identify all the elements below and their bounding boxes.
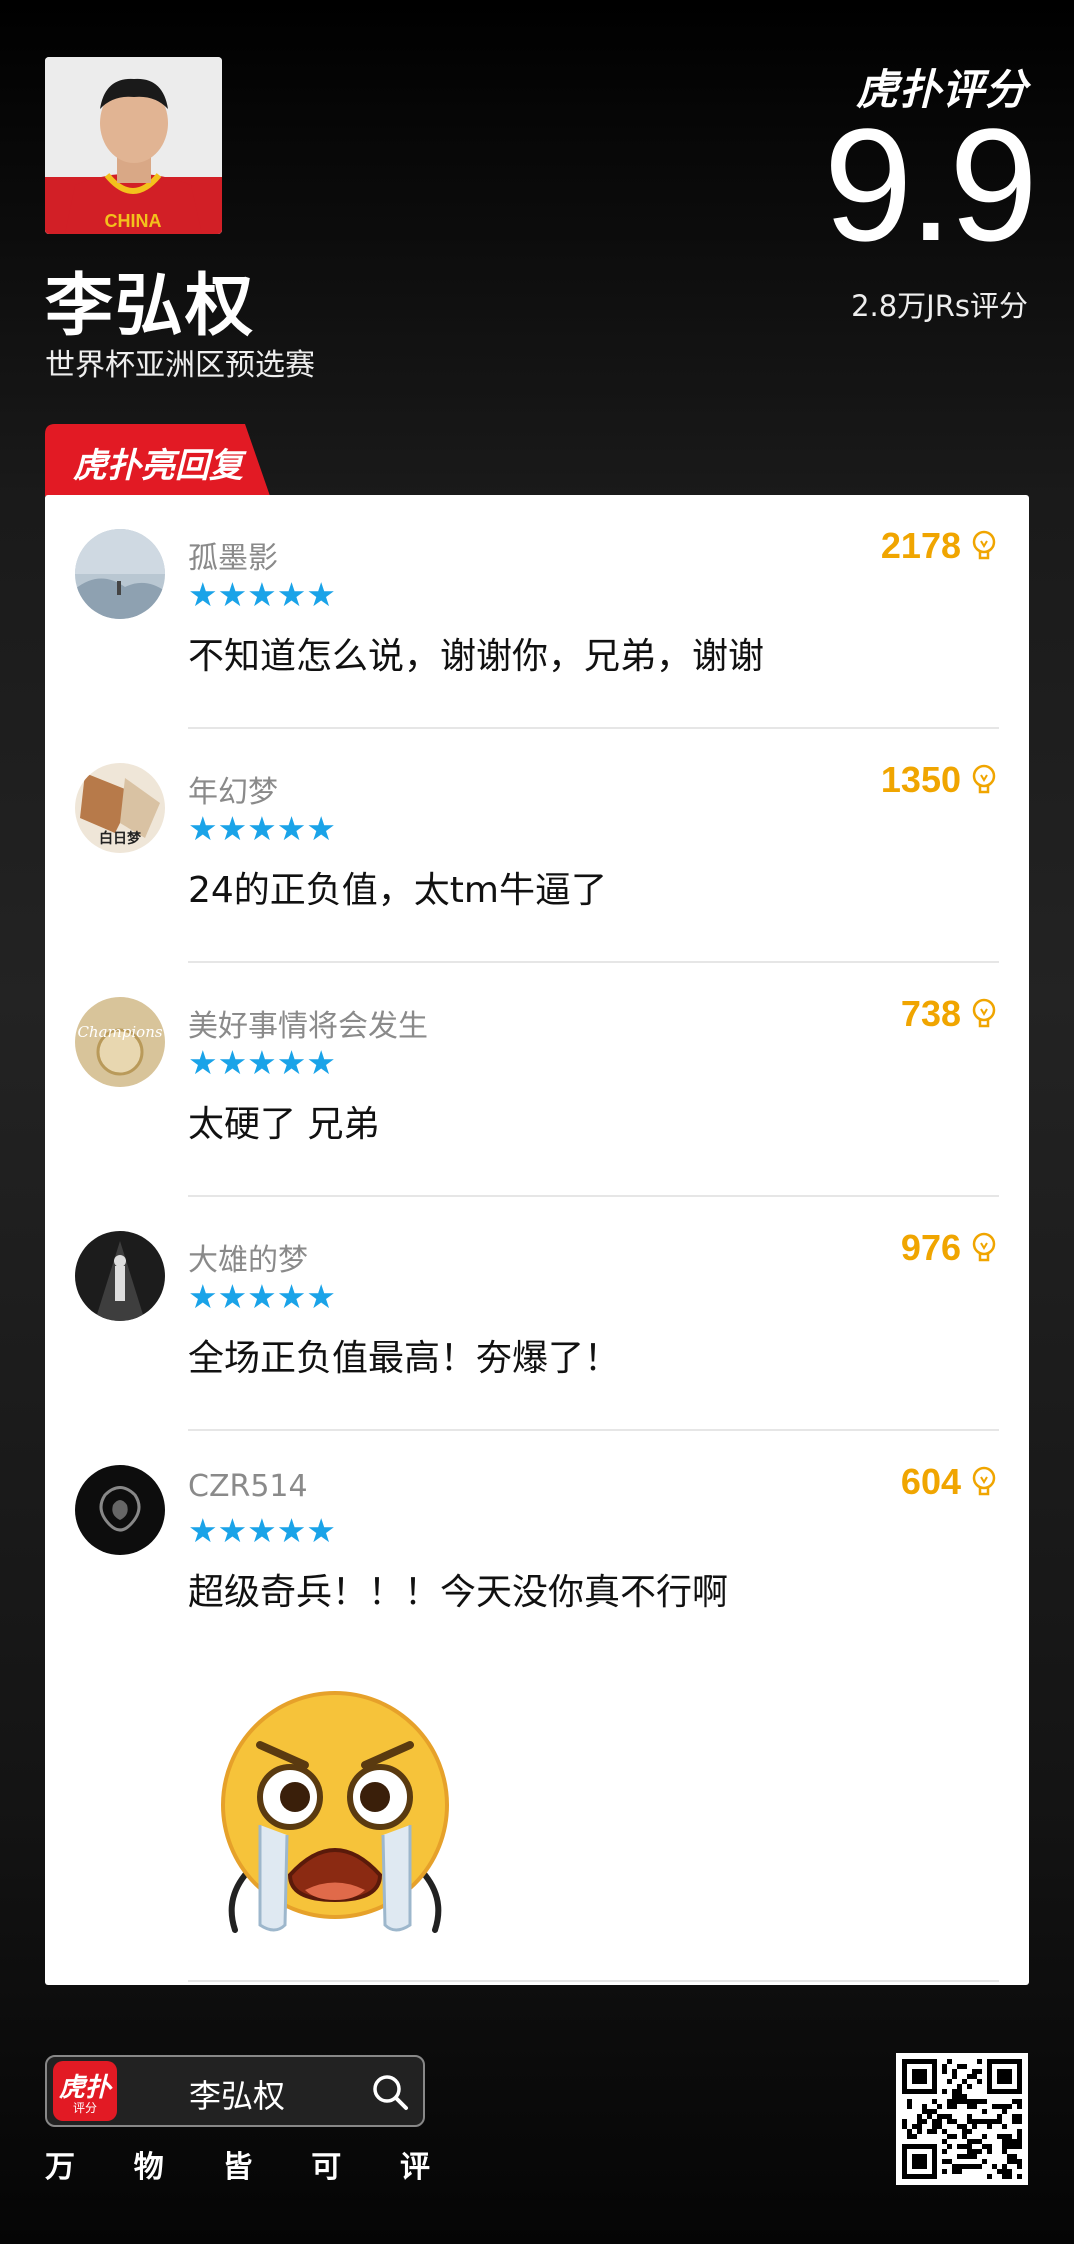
highlight-tab-label: 虎扑亮回复 [73,446,243,486]
lightbulb-icon [972,764,996,794]
rating-stars: ★★★★★ [188,1043,336,1082]
slogan-char: 评 [400,2150,430,2185]
lightbulb-icon [972,530,996,560]
user-avatar[interactable] [75,1465,165,1555]
like-number: 2178 [880,525,961,566]
like-number: 976 [900,1227,961,1268]
comment-item: 孤墨影 ★★★★★ 2178 不知道怎么说，谢谢你，兄弟，谢谢 [45,495,1029,729]
search-box[interactable]: 虎扑 评分 李弘权 [45,2055,425,2127]
comment-text: 24的正负值，太tm牛逼了 [188,870,607,911]
rating-count: 2.8万JRs评分 [851,289,1028,323]
search-query: 李弘权 [188,2077,285,2115]
like-number: 738 [900,993,961,1034]
player-photo: CHINA [45,57,222,234]
search-icon[interactable] [371,2073,409,2111]
comment-item: CZR514 ★★★★★ 604 超级奇兵！！！今天没你真不行啊 [45,1431,1029,1665]
slogan-char: 万 [45,2150,75,2185]
comment-item: 白日梦 年幻梦 ★★★★★ 1350 24的正负值，太tm牛逼了 [45,729,1029,963]
like-count[interactable]: 604 [901,1461,997,1503]
user-avatar[interactable] [75,529,165,619]
like-count[interactable]: 976 [901,1227,997,1269]
like-count[interactable]: 2178 [881,525,997,567]
like-count[interactable]: 1350 [881,759,997,801]
comment-username[interactable]: 年幻梦 [188,767,278,811]
comment-username[interactable]: 孤墨影 [188,533,278,577]
avatar-text: Champions [77,1023,162,1041]
slogan-char: 物 [133,2150,164,2185]
lightbulb-icon [972,1232,996,1262]
like-number: 1350 [880,759,961,800]
like-count[interactable]: 738 [901,993,997,1035]
rating-stars: ★★★★★ [188,575,336,614]
comment-item: Champions 美好事情将会发生 ★★★★★ 738 太硬了 兄弟 [45,963,1029,1197]
comment-username[interactable]: 大雄的梦 [188,1235,308,1279]
rating-stars: ★★★★★ [188,1511,336,1550]
lightbulb-icon [972,998,996,1028]
rating-stars: ★★★★★ [188,1277,336,1316]
slogan-char: 皆 [222,2150,253,2185]
comment-text: 超级奇兵！！！今天没你真不行啊 [188,1572,729,1613]
comments-card: 孤墨影 ★★★★★ 2178 不知道怎么说，谢谢你，兄弟，谢谢 白日梦 年幻梦 … [45,495,1029,1985]
comment-username[interactable]: CZR514 [188,1469,308,1504]
avatar-text: 白日梦 [99,830,142,847]
rating-stars: ★★★★★ [188,809,336,848]
comment-text: 全场正负值最高！夯爆了！ [188,1338,621,1379]
app-icon-subtitle: 评分 [72,2101,97,2115]
slogan-char: 可 [311,2150,342,2185]
qr-code [896,2053,1028,2185]
event-name: 世界杯亚洲区预选赛 [45,348,315,383]
crying-emoji [221,1691,449,1933]
jersey-text: CHINA [105,211,162,231]
comment-text: 不知道怎么说，谢谢你，兄弟，谢谢 [188,636,765,677]
player-name: 李弘权 [45,267,256,346]
slogan: 万 物 皆 可 评 [45,2142,430,2186]
like-number: 604 [900,1461,961,1502]
user-avatar[interactable] [75,1231,165,1321]
app-icon: 虎扑 评分 [53,2061,117,2121]
highlight-replies-tab: 虎扑亮回复 [45,424,270,496]
user-avatar[interactable]: 白日梦 [75,763,165,853]
user-avatar[interactable]: Champions [75,997,165,1087]
comment-username[interactable]: 美好事情将会发生 [188,1001,428,1045]
comment-text: 太硬了 兄弟 [188,1104,380,1145]
comment-item: 大雄的梦 ★★★★★ 976 全场正负值最高！夯爆了！ [45,1197,1029,1431]
divider [188,1980,999,1982]
lightbulb-icon [972,1466,996,1496]
rating-score: 9.9 [823,95,1038,274]
